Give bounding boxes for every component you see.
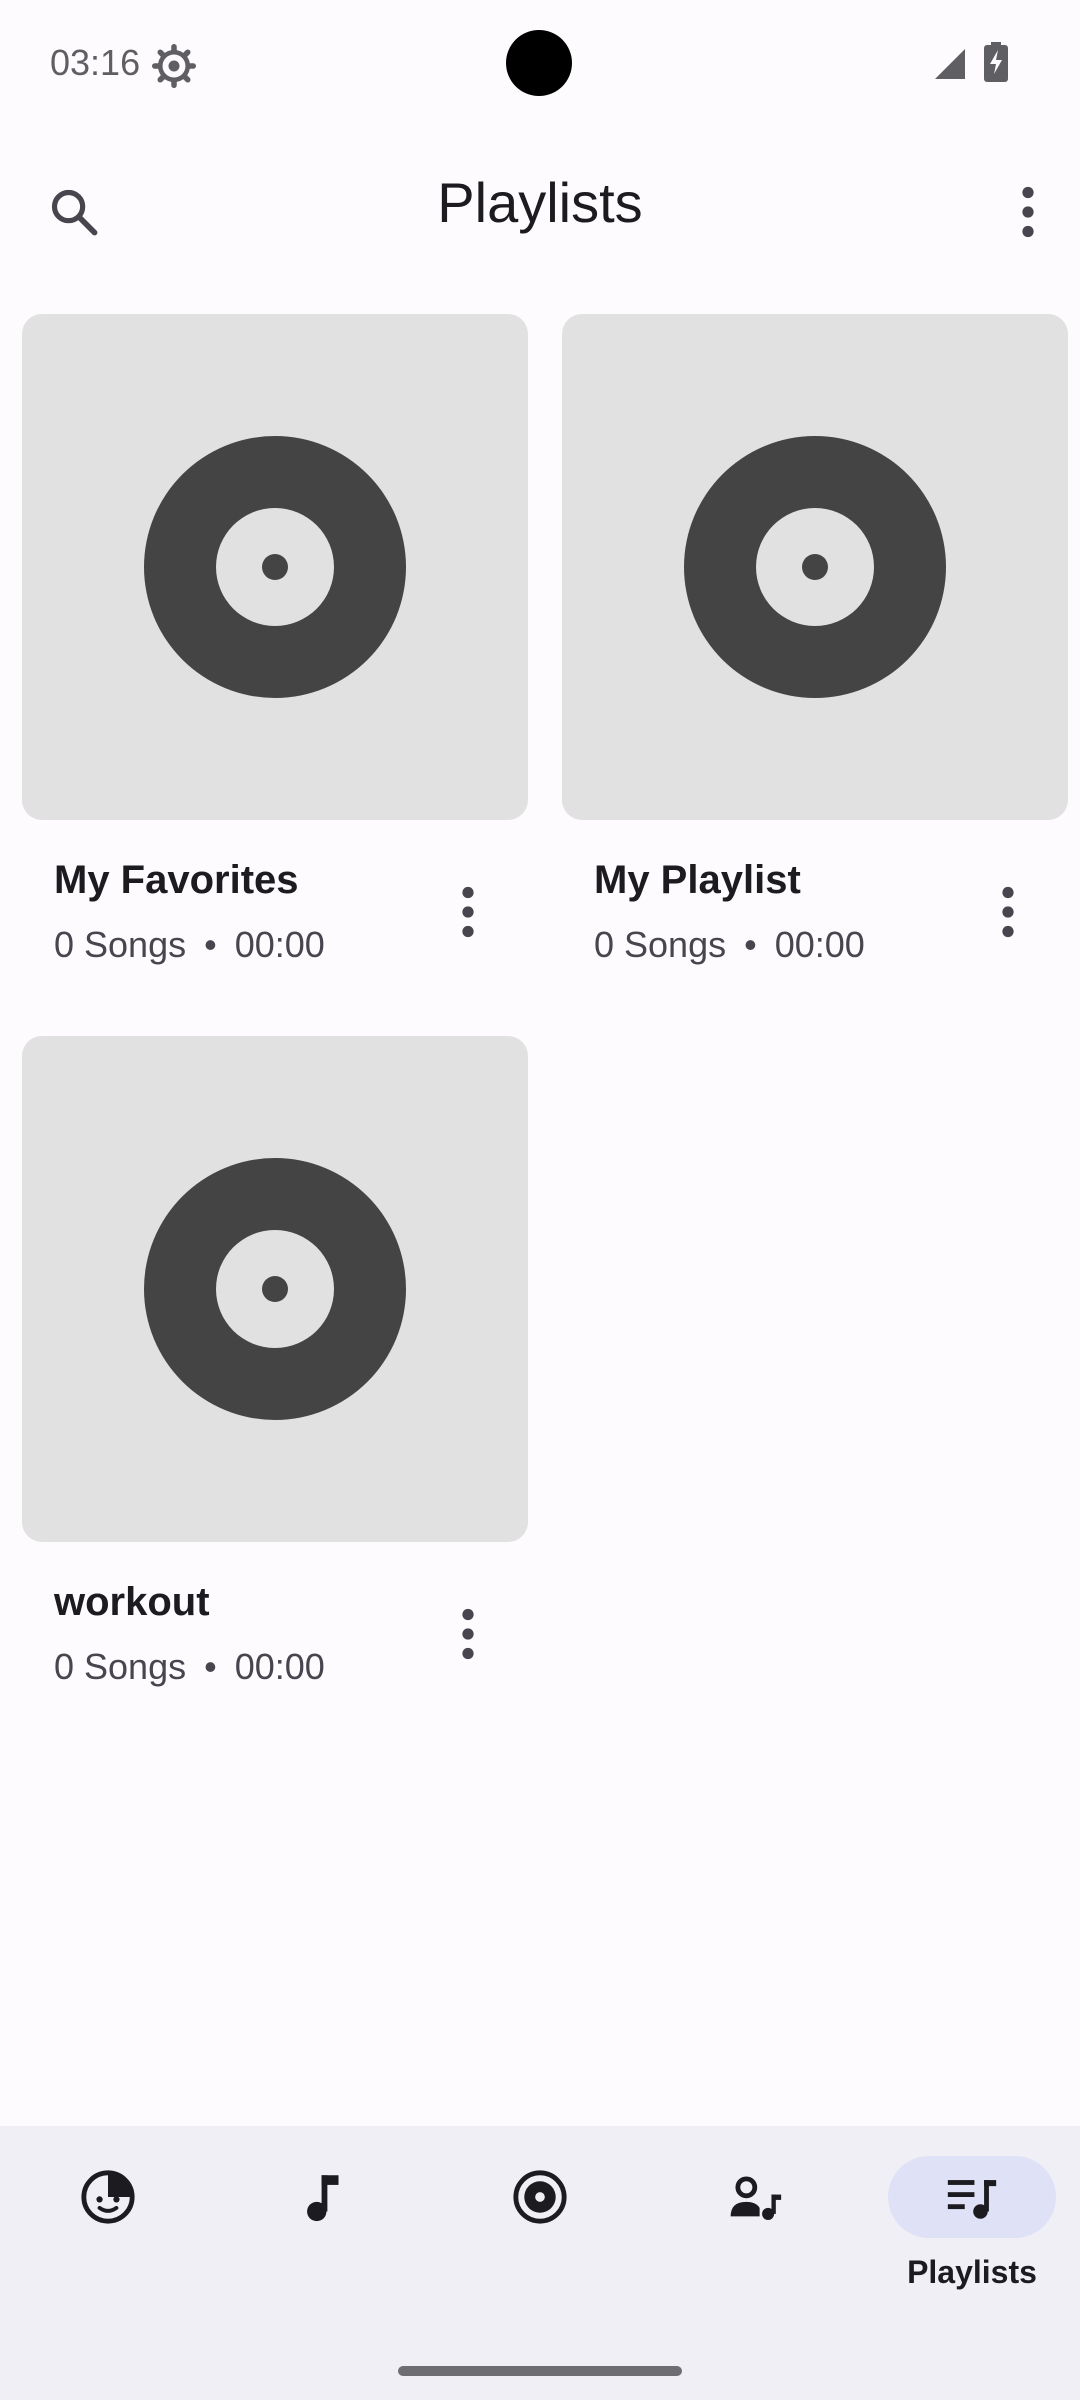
nav-indicator [24,2156,192,2238]
album-icon [513,2170,567,2224]
nav-item-playlists[interactable]: Playlists [864,2126,1080,2336]
playlist-duration: 00:00 [234,924,325,965]
top-app-bar: Playlists [0,130,1080,292]
nav-indicator [240,2156,408,2238]
camera-cutout [506,30,572,96]
status-time: 03:16 [50,42,141,83]
signal-icon [935,49,965,79]
playlist-artwork [22,314,528,820]
nav-item-songs[interactable] [216,2126,432,2336]
meta-separator: • [204,1646,217,1687]
playlist-name: workout [54,1580,210,1624]
gesture-nav-area [0,2336,1080,2400]
playlist-more-button[interactable] [946,850,1070,974]
album-disc-icon [144,1158,406,1420]
playlist-more-button[interactable] [406,1572,530,1696]
album-disc-icon [144,436,406,698]
playlist-more-button[interactable] [406,850,530,974]
music-note-icon [307,2175,339,2222]
playlist-name: My Playlist [594,858,801,902]
playlist-duration: 00:00 [234,1646,325,1687]
nav-item-albums[interactable] [432,2126,648,2336]
more-vertical-icon [1022,186,1034,238]
more-vertical-icon [462,886,474,938]
playlist-card[interactable]: My Playlist 0 Songs • 00:00 [546,298,1076,1013]
nav-label: Playlists [907,2254,1037,2290]
playlist-artwork [22,1036,528,1542]
gesture-handle[interactable] [398,2366,682,2376]
song-count: 0 Songs [54,1646,187,1687]
meta-separator: • [744,924,757,965]
for-you-face-icon [81,2170,135,2224]
playlist-card[interactable]: workout 0 Songs • 00:00 [6,1020,536,1735]
nav-item-for-you[interactable] [0,2126,216,2336]
battery-charging-icon [984,42,1008,82]
gear-icon [152,44,196,88]
nav-item-artists[interactable] [648,2126,864,2336]
playlist-artwork [562,314,1068,820]
playlist-icon [947,2180,997,2219]
nav-indicator-active [888,2156,1056,2238]
nav-indicator [672,2156,840,2238]
playlist-duration: 00:00 [774,924,865,965]
artist-icon [730,2176,782,2220]
song-count: 0 Songs [54,924,187,965]
page-title: Playlists [437,171,643,234]
playlist-meta: 0 Songs • 00:00 [594,924,865,966]
nav-indicator [456,2156,624,2238]
meta-separator: • [204,924,217,965]
status-bar: 03:16 [0,0,1080,128]
more-options-button[interactable] [976,138,1080,286]
more-vertical-icon [1002,886,1014,938]
playlist-card[interactable]: My Favorites 0 Songs • 00:00 [6,298,536,1013]
playlist-name: My Favorites [54,858,299,902]
playlist-meta: 0 Songs • 00:00 [54,1646,325,1688]
album-disc-icon [684,436,946,698]
bottom-navigation: Playlists [0,2126,1080,2336]
playlist-meta: 0 Songs • 00:00 [54,924,325,966]
song-count: 0 Songs [594,924,727,965]
more-vertical-icon [462,1608,474,1660]
